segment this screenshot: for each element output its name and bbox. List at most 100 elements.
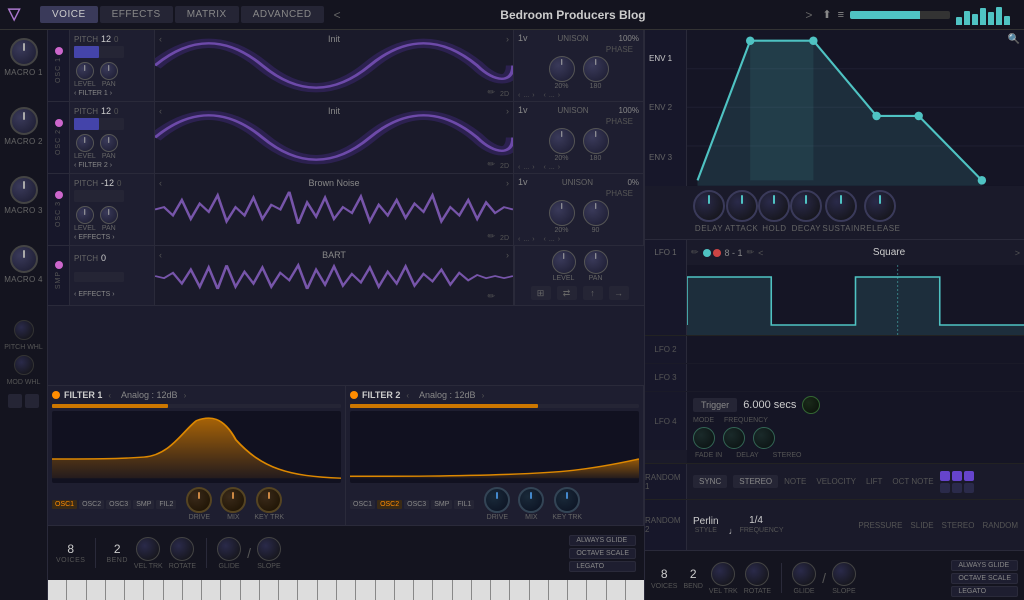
- macro3-knob[interactable]: MACRO 3: [4, 176, 43, 215]
- glide-knob[interactable]: [217, 537, 241, 561]
- filter1-smp-btn[interactable]: SMP: [133, 500, 154, 509]
- env-release-knob[interactable]: [864, 190, 896, 222]
- piano-keyboard[interactable]: [48, 580, 644, 600]
- veltrk-group[interactable]: VEL TRK: [134, 537, 163, 570]
- piano-key[interactable]: [202, 580, 221, 600]
- osc2-pitch-slider[interactable]: [74, 118, 124, 130]
- prev-preset-arrow[interactable]: <: [330, 8, 345, 22]
- smp-grid-btn[interactable]: ⊞: [531, 286, 551, 300]
- osc3-pitch-slider[interactable]: [74, 190, 124, 202]
- piano-key[interactable]: [395, 580, 414, 600]
- always-glide-right-btn[interactable]: ALWAYS GLIDE: [951, 560, 1018, 571]
- glide-group[interactable]: GLIDE: [217, 537, 241, 570]
- veltrk-bottom[interactable]: VEL TRK: [709, 562, 738, 595]
- osc2-filter-nav-r[interactable]: ›: [110, 162, 112, 169]
- env1-item[interactable]: ENV 1: [645, 54, 686, 63]
- filter1-power[interactable]: [52, 391, 60, 399]
- octave-scale-btn[interactable]: OCTAVE SCALE: [569, 548, 636, 559]
- filter2-nav-r[interactable]: ›: [480, 391, 487, 400]
- osc1-power[interactable]: [55, 47, 63, 55]
- piano-key[interactable]: [125, 580, 144, 600]
- piano-key[interactable]: [414, 580, 433, 600]
- piano-key[interactable]: [318, 580, 337, 600]
- piano-key[interactable]: [568, 580, 587, 600]
- env-hold-group[interactable]: HOLD: [758, 190, 790, 235]
- piano-key[interactable]: [87, 580, 106, 600]
- random1-grid-dot[interactable]: [964, 471, 974, 481]
- random1-grid-dot[interactable]: [940, 483, 950, 493]
- trigger-stereo-knob[interactable]: [753, 427, 775, 449]
- piano-key[interactable]: [298, 580, 317, 600]
- share-icon[interactable]: ⬆: [822, 8, 831, 21]
- smp-pitch-slider[interactable]: [74, 272, 124, 282]
- piano-key[interactable]: [587, 580, 606, 600]
- trigger-freq-knob[interactable]: [802, 396, 820, 414]
- filter1-nav-r[interactable]: ›: [182, 391, 189, 400]
- trigger-mode-btn[interactable]: Trigger: [693, 398, 737, 412]
- macro4-knob[interactable]: MACRO 4: [4, 245, 43, 284]
- rotate-bottom[interactable]: ROTATE: [744, 562, 771, 595]
- env-search-icon[interactable]: 🔍: [1008, 34, 1020, 45]
- env-release-group[interactable]: RELEASE: [860, 190, 900, 235]
- osc2-level-knob[interactable]: [76, 134, 94, 152]
- osc1-phase-nav-l[interactable]: ‹: [544, 92, 546, 99]
- glide-bottom[interactable]: GLIDE: [792, 562, 816, 595]
- piano-key[interactable]: [491, 580, 510, 600]
- filter2-power[interactable]: [350, 391, 358, 399]
- filter2-osc2-btn[interactable]: OSC2: [377, 500, 402, 509]
- env-decay-group[interactable]: DECAY: [790, 190, 822, 235]
- filter2-smp-btn[interactable]: SMP: [431, 500, 452, 509]
- piano-key[interactable]: [510, 580, 529, 600]
- env-attack-knob[interactable]: [726, 190, 758, 222]
- piano-key[interactable]: [356, 580, 375, 600]
- smp-power[interactable]: [55, 261, 63, 269]
- next-preset-arrow[interactable]: >: [801, 8, 816, 22]
- filter2-display[interactable]: [350, 411, 639, 483]
- piano-key[interactable]: [67, 580, 86, 600]
- filter1-mix-knob[interactable]: [220, 487, 246, 513]
- osc1-phase-knob[interactable]: [583, 56, 609, 82]
- random1-grid-dot[interactable]: [952, 483, 962, 493]
- osc1-pitch-slider[interactable]: [74, 46, 124, 58]
- osc1-phase-nav-r[interactable]: ›: [558, 92, 560, 99]
- osc2-edit-icon[interactable]: ✏: [487, 159, 495, 170]
- smp-waveform[interactable]: ‹ BART › ✏: [155, 246, 514, 305]
- env-delay-group[interactable]: DELAY: [693, 190, 725, 235]
- legato-right-btn[interactable]: LEGATO: [951, 586, 1018, 597]
- osc1-pan-knob[interactable]: [100, 62, 118, 80]
- osc2-filter-nav-l[interactable]: ‹: [74, 162, 76, 169]
- smp-arrow-btn[interactable]: →: [609, 286, 629, 300]
- random1-grid-dot[interactable]: [940, 471, 950, 481]
- filter1-keytrk-knob[interactable]: [256, 487, 282, 513]
- filter1-cutoff-slider[interactable]: [52, 404, 341, 408]
- random1-sync-btn[interactable]: SYNC: [693, 475, 727, 488]
- osc1-edit-icon[interactable]: ✏: [487, 87, 495, 98]
- smp-export-btn[interactable]: ↑: [583, 286, 603, 300]
- filter2-fil1-btn[interactable]: FIL1: [454, 500, 474, 509]
- piano-key[interactable]: [221, 580, 240, 600]
- lfo1-waveform[interactable]: [687, 265, 1024, 335]
- env3-item[interactable]: ENV 3: [645, 153, 686, 162]
- osc1-level-knob[interactable]: [76, 62, 94, 80]
- octave-scale-right-btn[interactable]: OCTAVE SCALE: [951, 573, 1018, 584]
- slope-knob[interactable]: [257, 537, 281, 561]
- osc2-waveform[interactable]: ‹ Init › 2D ✏: [155, 102, 514, 173]
- trigger-delay-knob[interactable]: [723, 427, 745, 449]
- tab-effects[interactable]: EFFECTS: [100, 6, 173, 23]
- filter2-osc3-btn[interactable]: OSC3: [404, 500, 429, 509]
- osc1-uni-nav-r[interactable]: ›: [532, 92, 534, 99]
- slope-group[interactable]: SLOPE: [257, 537, 281, 570]
- random1-grid-dot[interactable]: [964, 483, 974, 493]
- piano-key[interactable]: [279, 580, 298, 600]
- macro1-knob[interactable]: MACRO 1: [4, 38, 43, 77]
- osc1-filter-nav-r[interactable]: ›: [110, 90, 112, 97]
- env-hold-knob[interactable]: [758, 190, 790, 222]
- piano-key[interactable]: [472, 580, 491, 600]
- tab-advanced[interactable]: ADVANCED: [241, 6, 324, 23]
- osc3-level-knob[interactable]: [76, 206, 94, 224]
- logo-icon[interactable]: ▽: [8, 4, 30, 26]
- mod-wheel[interactable]: [14, 355, 34, 375]
- smp-pan-knob[interactable]: [584, 250, 608, 274]
- piano-key[interactable]: [433, 580, 452, 600]
- midi-btn1[interactable]: [8, 394, 22, 408]
